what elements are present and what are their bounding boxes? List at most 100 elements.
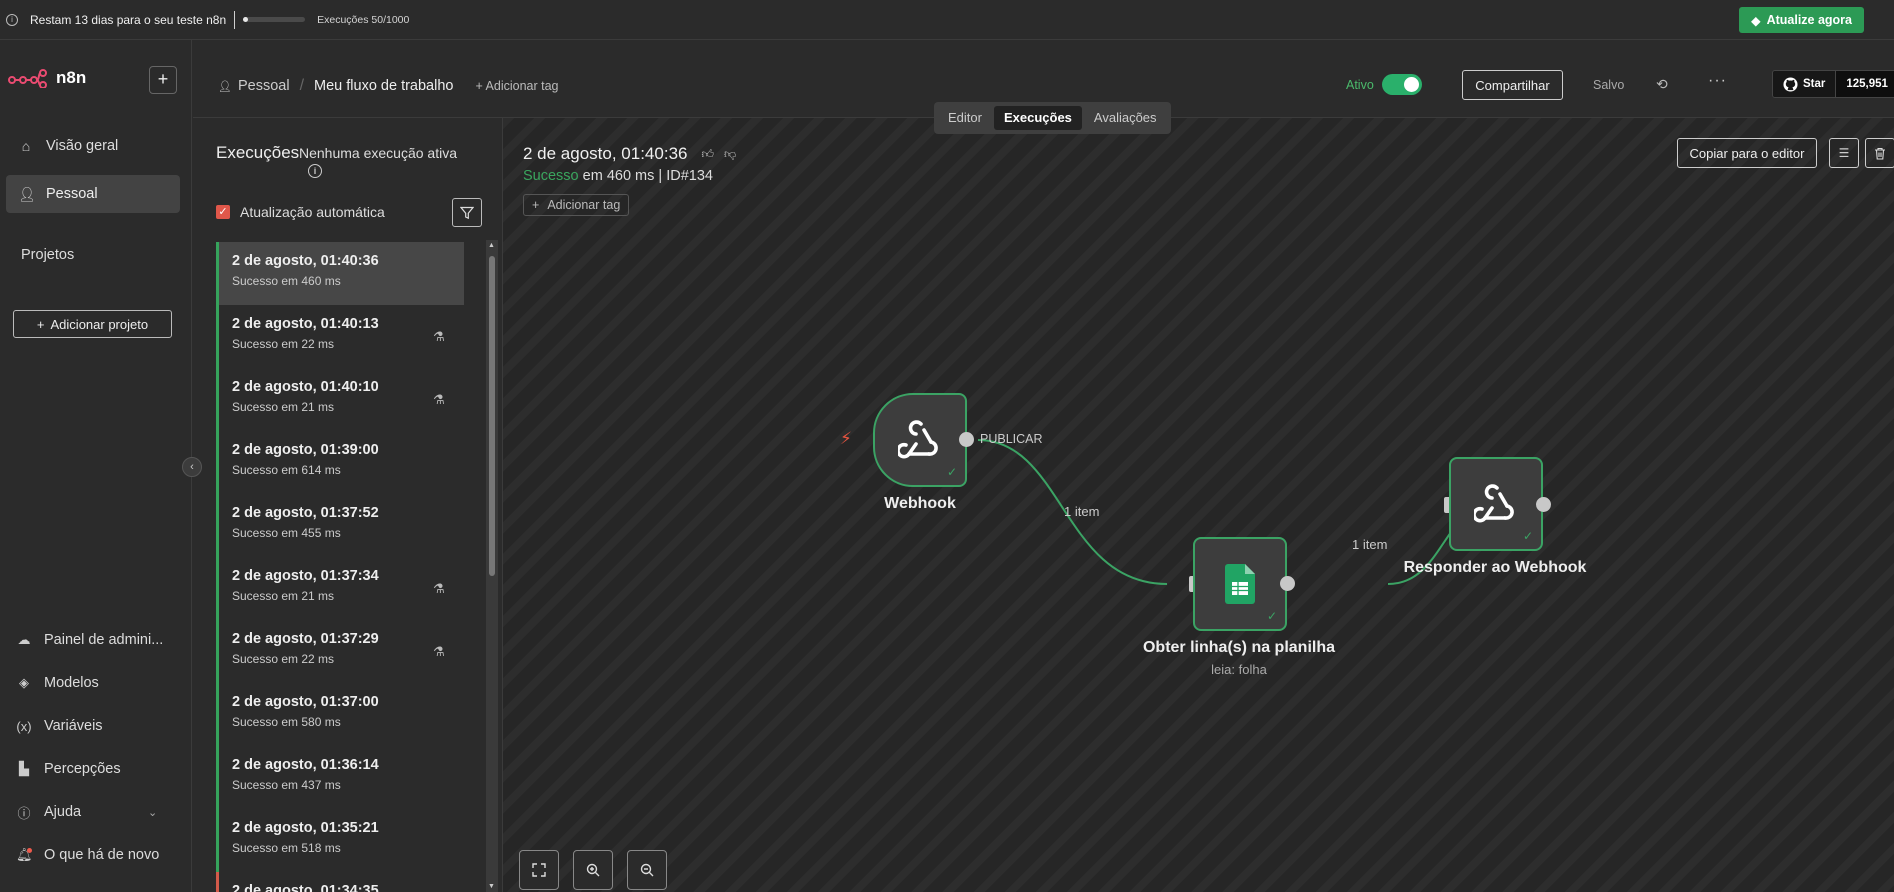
user-icon: 👤︎: [218, 80, 232, 93]
execution-status: Sucesso em 22 ms: [232, 337, 335, 351]
github-star-button[interactable]: Star 125,951: [1772, 70, 1894, 98]
zoom-in-icon: [586, 863, 600, 877]
cloud-icon: ☁︎: [17, 632, 31, 647]
execution-status: Sucesso em 21 ms: [232, 400, 335, 414]
workflow-canvas[interactable]: 2 de agosto, 01:40:36 👍︎👎︎ Sucesso em 46…: [503, 118, 1894, 892]
execution-date: 2 de agosto, 01:34:35: [232, 883, 379, 892]
toggle-knob: [1404, 77, 1419, 92]
webhook-icon: [1474, 484, 1514, 523]
scroll-up-icon[interactable]: ▲: [488, 242, 495, 249]
breadcrumb-separator: /: [299, 77, 305, 94]
execution-item[interactable]: 2 de agosto, 01:37:00 Sucesso em 580 ms: [216, 683, 464, 746]
fit-view-button[interactable]: [519, 850, 559, 890]
bell-icon: 🔔︎: [16, 847, 33, 862]
upgrade-label: Atualize agora: [1766, 13, 1852, 27]
auto-refresh-checkbox[interactable]: ✓ Atualização automática: [216, 204, 385, 220]
sidebar: n8n + ⌂ Visão geral 👤︎ Pessoal Projetos …: [0, 40, 192, 892]
templates-icon: ◈: [19, 675, 29, 690]
execution-status: Sucesso em 614 ms: [232, 463, 341, 477]
execution-item[interactable]: 2 de agosto, 01:37:52 Sucesso em 455 ms: [216, 494, 464, 557]
active-toggle[interactable]: [1382, 74, 1422, 95]
sidebar-item-label: Modelos: [44, 675, 99, 691]
output-port[interactable]: [959, 432, 974, 447]
node-label: Responder ao Webhook: [1403, 559, 1587, 576]
executions-list: 2 de agosto, 01:40:36 Sucesso em 460 ms …: [216, 242, 464, 892]
output-port[interactable]: [1536, 497, 1551, 512]
sidebar-item-personal[interactable]: 👤︎ Pessoal: [6, 175, 180, 213]
tab-evaluations[interactable]: Avaliações: [1084, 106, 1167, 130]
node-subtitle: leia: folha: [1211, 662, 1267, 677]
zoom-out-button[interactable]: [627, 850, 667, 890]
execution-date: 2 de agosto, 01:36:14: [232, 757, 379, 773]
scroll-down-icon[interactable]: ▼: [488, 883, 495, 890]
no-active-executions: Nenhuma execução ativa: [299, 145, 457, 161]
execution-item[interactable]: 2 de agosto, 01:40:10 Sucesso em 21 ms ⚗: [216, 368, 464, 431]
more-options-icon[interactable]: ···: [1708, 72, 1727, 90]
execution-date: 2 de agosto, 01:37:29: [232, 631, 379, 647]
zoom-in-button[interactable]: [573, 850, 613, 890]
google-sheets-node[interactable]: ✓: [1193, 537, 1287, 631]
view-tabs: Editor Execuções Avaliações: [934, 102, 1171, 134]
sidebar-item-label: Percepções: [44, 761, 121, 777]
upgrade-button[interactable]: ◆ Atualize agora: [1738, 7, 1864, 33]
history-icon[interactable]: ⟲: [1656, 76, 1668, 93]
sidebar-item-admin-panel[interactable]: ☁︎ Painel de admini...: [16, 628, 164, 652]
create-button[interactable]: +: [149, 66, 177, 94]
scrollbar-thumb[interactable]: [489, 256, 495, 576]
node-label: Webhook: [884, 495, 956, 512]
breadcrumb: 👤︎ Pessoal / Meu fluxo de trabalho + Adic…: [218, 77, 559, 95]
execution-item[interactable]: 2 de agosto, 01:34:35: [216, 872, 464, 892]
add-project-button[interactable]: + Adicionar projeto: [13, 310, 172, 338]
output-port[interactable]: [1280, 576, 1295, 591]
share-button[interactable]: Compartilhar: [1462, 70, 1563, 100]
executions-title: Execuções: [216, 143, 300, 162]
sidebar-item-variables[interactable]: (x) Variáveis: [16, 714, 102, 738]
execution-status: Sucesso em 22 ms: [232, 652, 335, 666]
execution-item[interactable]: 2 de agosto, 01:40:13 Sucesso em 22 ms ⚗: [216, 305, 464, 368]
filter-button[interactable]: [452, 198, 482, 227]
execution-item[interactable]: 2 de agosto, 01:36:14 Sucesso em 437 ms: [216, 746, 464, 809]
sidebar-item-whats-new[interactable]: 🔔︎ O que há de novo: [16, 843, 159, 867]
user-icon: 👤︎: [18, 185, 36, 202]
execution-item[interactable]: 2 de agosto, 01:40:36 Sucesso em 460 ms: [216, 242, 464, 305]
variables-icon: (x): [16, 718, 32, 734]
n8n-logo[interactable]: n8n: [8, 68, 86, 88]
execution-item[interactable]: 2 de agosto, 01:39:00 Sucesso em 614 ms: [216, 431, 464, 494]
workflow-name[interactable]: Meu fluxo de trabalho: [314, 78, 453, 94]
tab-editor[interactable]: Editor: [938, 106, 992, 130]
sidebar-item-overview[interactable]: ⌂ Visão geral: [6, 127, 180, 165]
execution-date: 2 de agosto, 01:40:13: [232, 316, 379, 332]
edge-item-count: 1 item: [1064, 504, 1100, 519]
google-sheets-icon: [1225, 564, 1255, 604]
execution-item[interactable]: 2 de agosto, 01:37:29 Sucesso em 22 ms ⚗: [216, 620, 464, 683]
execution-date: 2 de agosto, 01:39:00: [232, 442, 379, 458]
sidebar-item-help[interactable]: ⓘ Ajuda ⌄: [16, 800, 166, 824]
sidebar-item-templates[interactable]: ◈ Modelos: [16, 671, 99, 695]
execution-date: 2 de agosto, 01:37:00: [232, 694, 379, 710]
execution-date: 2 de agosto, 01:37:52: [232, 505, 379, 521]
home-icon: ⌂: [21, 138, 31, 154]
sidebar-item-insights[interactable]: ▙ Percepções: [16, 757, 121, 781]
add-tag-link[interactable]: + Adicionar tag: [475, 79, 558, 93]
respond-to-webhook-node[interactable]: ✓: [1449, 457, 1543, 551]
breadcrumb-project[interactable]: 👤︎ Pessoal: [218, 78, 290, 94]
chevron-down-icon: ⌄: [148, 806, 158, 819]
github-star: Star: [1773, 71, 1836, 97]
n8n-logo-icon: [8, 69, 47, 88]
webhook-node[interactable]: ✓: [873, 393, 967, 487]
test-flask-icon: ⚗: [433, 329, 445, 344]
executions-scrollbar[interactable]: ▲ ▼: [486, 240, 498, 892]
execution-item[interactable]: 2 de agosto, 01:37:34 Sucesso em 21 ms ⚗: [216, 557, 464, 620]
info-icon[interactable]: i: [308, 164, 322, 178]
add-project-label: Adicionar projeto: [50, 316, 149, 332]
node-label: Obter linha(s) na planilha: [1142, 639, 1336, 656]
saved-status: Salvo: [1593, 78, 1625, 92]
sidebar-item-label: Painel de admini...: [44, 632, 164, 648]
execution-item[interactable]: 2 de agosto, 01:35:21 Sucesso em 518 ms: [216, 809, 464, 872]
test-flask-icon: ⚗: [433, 581, 445, 596]
github-icon: [1783, 76, 1798, 92]
collapse-sidebar-button[interactable]: ‹: [182, 457, 202, 477]
github-star-count: 125,951: [1835, 71, 1894, 97]
connections-layer: [977, 439, 1495, 589]
tab-executions[interactable]: Execuções: [993, 106, 1082, 130]
